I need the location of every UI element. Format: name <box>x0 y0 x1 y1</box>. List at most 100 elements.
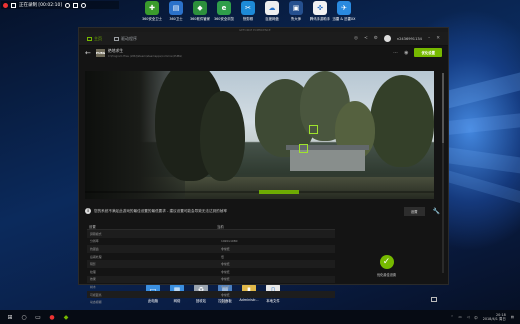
desktop-icon-desktop_icons-0[interactable]: ✚ 360安全卫士 <box>142 1 162 21</box>
setting-name: 可视距离 <box>90 292 102 297</box>
setting-name: 效果 <box>90 277 96 282</box>
benchmark-icon: ▣ <box>289 1 303 15</box>
desktop-icon-desktop_icons-1[interactable]: ▤ 360卫士 <box>166 1 186 21</box>
wrench-icon[interactable]: 🔧 <box>433 208 440 215</box>
overlay-icon[interactable]: ◎ <box>354 36 358 41</box>
input-language[interactable]: 中 <box>474 315 477 320</box>
setting-name: 动态模糊 <box>90 300 102 305</box>
geforce-experience-window: GEFORCE EXPERIENCE 主页 驱动程序 ◎ ≺ ⚙ n243699… <box>78 27 449 304</box>
setting-value: 非常低 <box>221 284 230 289</box>
search-icon[interactable]: ○ <box>20 313 28 321</box>
app-store-icon: ◆ <box>193 1 207 15</box>
notice-settings-button[interactable]: 设置 <box>403 206 425 216</box>
desktop-icon-label: 百度网盘 <box>265 17 279 21</box>
game-title-block: 绝地求生 C:\Program Files (x86)\Steam\steama… <box>108 48 182 58</box>
thunder-icon: ✈ <box>337 1 351 15</box>
table-header: 设置 当前 <box>87 223 335 230</box>
setting-value: 非常低 <box>221 269 230 274</box>
gamepad-icon: ✜ <box>313 1 327 15</box>
browser-icon: e <box>217 1 231 15</box>
tab-drivers[interactable]: 驱动程序 <box>114 36 137 42</box>
desktop-icon-desktop_icons-8[interactable]: ✈ 迅雷 & 迅雷XX <box>333 1 356 21</box>
setting-name: 树木 <box>90 284 96 289</box>
table-row: 阴影 非常低 <box>87 260 335 268</box>
desktop-icon-label: 360卫士 <box>169 17 183 21</box>
header-current: 当前 <box>217 224 224 229</box>
optimize-button[interactable]: 优化设置 <box>414 48 442 57</box>
setting-name: 后期处理 <box>90 254 102 259</box>
tab-drivers-label: 驱动程序 <box>121 35 137 41</box>
geforce-taskbar-icon[interactable]: ◆ <box>62 313 70 321</box>
share-icon[interactable]: ≺ <box>364 36 368 41</box>
setting-name: 抗锯齿 <box>90 246 99 251</box>
setting-value: 低 <box>221 254 224 259</box>
desktop-icon-label: 360软件管家 <box>189 17 211 21</box>
minimize-icon[interactable]: – <box>428 36 430 41</box>
requirements-notice: i 您的系统不满足此游戏的最佳设置的最低要求 - 建议设置可能会导致无法达到的帧… <box>85 205 440 217</box>
notification-icon[interactable]: ▤ <box>511 315 514 319</box>
setting-value: 1920x1080 <box>221 239 238 244</box>
desktop-icon-label: 腾讯手游助手 <box>309 17 331 21</box>
close-icon[interactable]: ✕ <box>436 36 440 41</box>
desktop-icon-label: 360安全卫士 <box>141 17 163 21</box>
focus-marker <box>309 125 318 134</box>
table-row: 后期处理 低 <box>87 253 335 261</box>
window-scrollbar[interactable] <box>442 73 444 273</box>
driver-icon <box>114 36 119 41</box>
desktop-icon-desktop_icons-6[interactable]: ▣ 鲁大师 <box>286 1 306 21</box>
table-row: 屏幕模式 <box>87 230 335 238</box>
clock[interactable]: 20:18 2018/4/1 周日 <box>483 313 506 321</box>
volume-icon[interactable]: ◁ <box>467 315 470 319</box>
details-icon[interactable]: ◉ <box>404 50 408 56</box>
setting-name: 纹理 <box>90 269 96 274</box>
app-top-nav: 主页 驱动程序 ◎ ≺ ⚙ n2436991134 – ✕ <box>79 32 448 46</box>
taskbar: ⊞ ○ ▭ ● ◆ ⌃ ▭ ◁ 中 20:18 2018/4/1 周日 ▤ <box>0 310 520 324</box>
table-row: 树木 非常低 <box>87 283 335 291</box>
desktop-icon-row: ✚ 360安全卫士 ▤ 360卫士 ◆ 360软件管家 e 360安全浏览 ✂ 快剪辑 ☁ 百度网盘 ▣… <box>142 1 356 21</box>
game-screenshot[interactable] <box>85 71 434 199</box>
desktop-icon-desktop_icons-3[interactable]: e 360安全浏览 <box>214 1 234 21</box>
desktop-icon-label: 快剪辑 <box>242 17 254 21</box>
avatar[interactable] <box>383 35 391 42</box>
start-windows-icon[interactable]: ⊞ <box>6 313 14 321</box>
setting-name: 屏幕模式 <box>90 231 102 236</box>
camera-icon[interactable] <box>65 2 71 8</box>
optimized-status: ✓ 优化最佳设置 <box>377 255 396 277</box>
tab-home[interactable]: 主页 <box>87 36 102 42</box>
360-guard-icon: ✚ <box>145 1 159 15</box>
focus-marker-2 <box>299 144 308 153</box>
setting-name: 阴影 <box>90 262 96 267</box>
tab-home-label: 主页 <box>94 35 102 41</box>
desktop-icon-label: 360安全浏览 <box>213 17 235 21</box>
desktop-icon-desktop_icons-7[interactable]: ✜ 腾讯手游助手 <box>310 1 330 21</box>
top-right-controls: ◎ ≺ ⚙ n2436991134 – ✕ <box>354 35 440 42</box>
desktop-icon-desktop_icons-5[interactable]: ☁ 百度网盘 <box>262 1 282 21</box>
settings-gear-icon[interactable]: ⚙ <box>374 36 378 41</box>
table-row: 抗锯齿 非常低 <box>87 245 335 253</box>
desktop-icon-desktop_icons-4[interactable]: ✂ 快剪辑 <box>238 1 258 21</box>
back-arrow-icon[interactable]: ← <box>85 49 91 57</box>
setting-value: 非常低 <box>221 246 230 251</box>
table-row: 可视距离 非常低 <box>87 290 335 299</box>
recorder-taskbar-icon[interactable]: ● <box>48 313 56 321</box>
setting-value: 非常低 <box>221 292 230 297</box>
table-row: 动态模糊 关闭 <box>87 298 335 306</box>
stop-icon[interactable] <box>11 2 16 8</box>
network-tray-icon[interactable]: ▭ <box>458 315 461 319</box>
info-icon: i <box>85 208 91 214</box>
notice-text: 您的系统不满足此游戏的最佳设置的最低要求 - 建议设置可能会导致无法达到的帧率 <box>94 208 227 213</box>
task-view-icon[interactable]: ▭ <box>34 313 42 321</box>
compare-slider-handle[interactable] <box>259 190 299 194</box>
feedback-icon[interactable] <box>431 297 437 302</box>
game-name: 绝地求生 <box>107 47 124 53</box>
microphone-icon[interactable] <box>81 2 87 8</box>
more-options-icon[interactable]: ⋯ <box>393 50 398 56</box>
clock-date: 2018/4/1 周日 <box>482 317 506 321</box>
desktop-icon-desktop_icons-2[interactable]: ◆ 360软件管家 <box>190 1 210 21</box>
window-titlebar[interactable]: GEFORCE EXPERIENCE <box>79 28 448 32</box>
tray-arrow-icon[interactable]: ⌃ <box>451 315 454 319</box>
header-setting: 设置 <box>89 224 96 229</box>
settings-table: 设置 当前 屏幕模式 分辨率 1920x1080 抗锯齿 非常低 后期处理低阴影 非常低 纹理… <box>87 223 335 306</box>
pause-icon[interactable] <box>73 2 79 8</box>
record-dot-icon[interactable] <box>3 2 8 8</box>
